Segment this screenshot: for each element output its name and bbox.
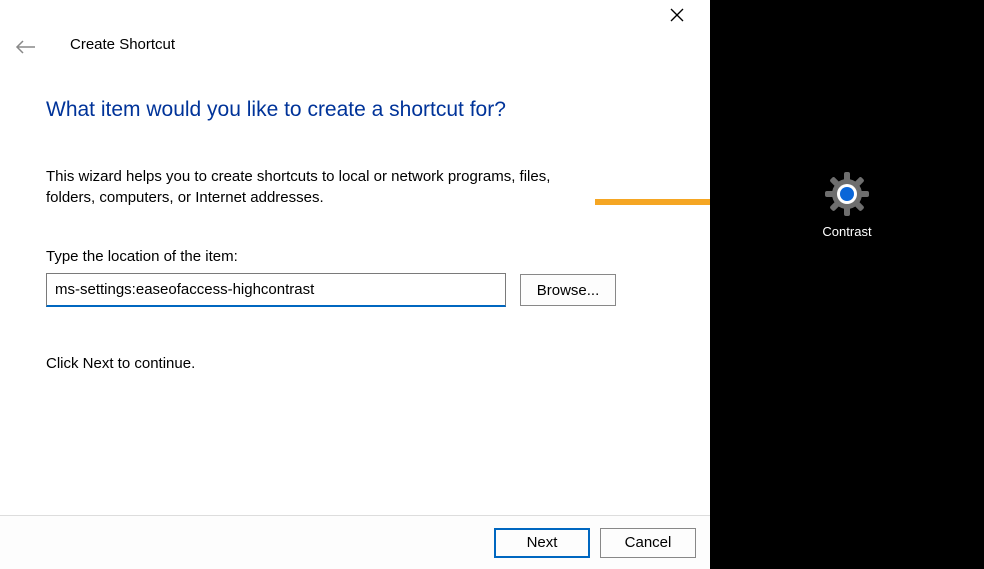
back-arrow-icon <box>15 39 37 55</box>
back-button[interactable] <box>12 36 40 58</box>
next-button[interactable]: Next <box>494 528 590 558</box>
desktop-panel: Contrast <box>710 0 984 569</box>
wizard-description: This wizard helps you to create shortcut… <box>46 166 586 208</box>
close-button[interactable] <box>662 2 692 28</box>
location-input[interactable] <box>46 273 506 307</box>
desktop-shortcut[interactable]: Contrast <box>802 170 892 239</box>
create-shortcut-wizard: Create Shortcut What item would you like… <box>0 0 710 569</box>
wizard-footer: Next Cancel <box>0 515 710 569</box>
settings-gear-icon <box>823 170 871 218</box>
shortcut-label: Contrast <box>802 224 892 239</box>
location-label: Type the location of the item: <box>46 248 666 265</box>
browse-button[interactable]: Browse... <box>520 274 616 306</box>
page-heading: What item would you like to create a sho… <box>46 98 666 122</box>
wizard-content: What item would you like to create a sho… <box>46 98 666 372</box>
close-icon <box>670 8 684 22</box>
location-row: Browse... <box>46 273 666 307</box>
wizard-title: Create Shortcut <box>70 36 175 53</box>
continue-hint: Click Next to continue. <box>46 355 666 372</box>
cancel-button[interactable]: Cancel <box>600 528 696 558</box>
